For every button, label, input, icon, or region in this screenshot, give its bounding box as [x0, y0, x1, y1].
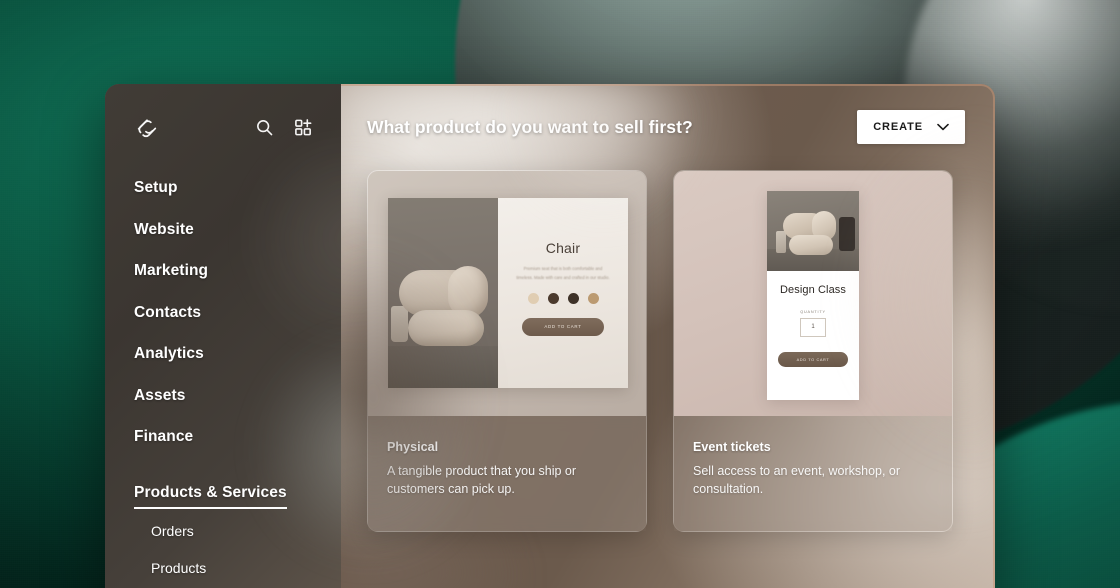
card-event-footer: Event tickets Sell access to an event, w… [674, 416, 952, 531]
card-event-tickets[interactable]: Design Class QUANTITY 1 ADD TO CART Even… [673, 170, 953, 532]
sidebar-nav: Setup Website Marketing Contacts Analyti… [105, 170, 341, 588]
chair-photo [388, 198, 498, 388]
main-header: What product do you want to sell first? … [341, 84, 995, 170]
squarespace-logo[interactable] [134, 114, 160, 140]
card-physical[interactable]: Chair Premium seat that is both comforta… [367, 170, 647, 532]
sidebar: Setup Website Marketing Contacts Analyti… [105, 84, 485, 588]
swatch-1[interactable] [527, 292, 539, 304]
sidebar-top-icons [255, 118, 313, 137]
main-content: What product do you want to sell first? … [341, 84, 995, 588]
screenshot-scene: Setup Website Marketing Contacts Analyti… [0, 0, 1120, 588]
design-class-add-to-cart-button[interactable]: ADD TO CART [778, 351, 848, 367]
sidebar-item-contacts[interactable]: Contacts [134, 295, 201, 331]
product-type-cards: Chair Premium seat that is both comforta… [341, 170, 995, 532]
chair-add-to-cart-button[interactable]: ADD TO CART [522, 317, 604, 336]
design-class-detail: Design Class QUANTITY 1 ADD TO CART [767, 271, 859, 400]
page-title: What product do you want to sell first? [367, 116, 693, 137]
sidebar-item-website[interactable]: Website [134, 212, 194, 248]
create-button[interactable]: CREATE [857, 110, 965, 144]
photo-chair-seat [408, 310, 484, 346]
chair-product-detail: Chair Premium seat that is both comforta… [498, 198, 628, 388]
card-event-title: Event tickets [693, 440, 771, 454]
sidebar-item-setup[interactable]: Setup [134, 170, 178, 206]
card-physical-footer: Physical A tangible product that you shi… [368, 416, 646, 531]
photo-floor [388, 346, 498, 388]
design-class-photo [767, 190, 859, 271]
sidebar-subitem-products[interactable]: Products [151, 552, 206, 584]
sidebar-subitem-orders[interactable]: Orders [151, 515, 194, 547]
event-product-mock: Design Class QUANTITY 1 ADD TO CART [767, 190, 859, 400]
chair-add-to-cart-label: ADD TO CART [544, 324, 582, 330]
chair-product-description: Premium seat that is both comfortable an… [516, 266, 610, 280]
phone-photo-vase [776, 230, 786, 253]
sidebar-topbar [105, 84, 341, 170]
chevron-down-icon [937, 123, 949, 131]
sidebar-item-analytics[interactable]: Analytics [134, 336, 204, 372]
app-window: Setup Website Marketing Contacts Analyti… [105, 84, 995, 588]
swatch-2[interactable] [547, 292, 559, 304]
phone-photo-dark-object [839, 216, 855, 251]
grid-plus-icon[interactable] [294, 118, 313, 137]
quantity-input[interactable]: 1 [800, 317, 826, 337]
search-icon[interactable] [255, 118, 274, 137]
quantity-label: QUANTITY [800, 309, 826, 314]
card-event-preview: Design Class QUANTITY 1 ADD TO CART [674, 171, 952, 416]
design-class-add-to-cart-label: ADD TO CART [796, 356, 830, 362]
create-button-label: CREATE [873, 121, 923, 133]
card-physical-preview: Chair Premium seat that is both comforta… [368, 171, 646, 416]
sidebar-item-finance[interactable]: Finance [134, 419, 193, 455]
quantity-value: 1 [811, 324, 815, 331]
physical-product-mock: Chair Premium seat that is both comforta… [388, 198, 628, 388]
swatch-3[interactable] [567, 292, 579, 304]
chair-product-name: Chair [545, 240, 581, 256]
chair-color-swatches [510, 292, 616, 304]
photo-vase [391, 306, 408, 342]
sidebar-item-products-and-services[interactable]: Products & Services [134, 475, 287, 509]
card-event-description: Sell access to an event, workshop, or co… [693, 464, 901, 496]
design-class-product-name: Design Class [779, 283, 846, 296]
swatch-4[interactable] [587, 292, 599, 304]
sidebar-item-assets[interactable]: Assets [134, 378, 185, 414]
card-physical-description: A tangible product that you ship or cust… [387, 464, 577, 496]
sidebar-item-marketing[interactable]: Marketing [134, 253, 208, 289]
phone-photo-chair-seat [789, 234, 833, 255]
card-physical-title: Physical [387, 440, 439, 454]
